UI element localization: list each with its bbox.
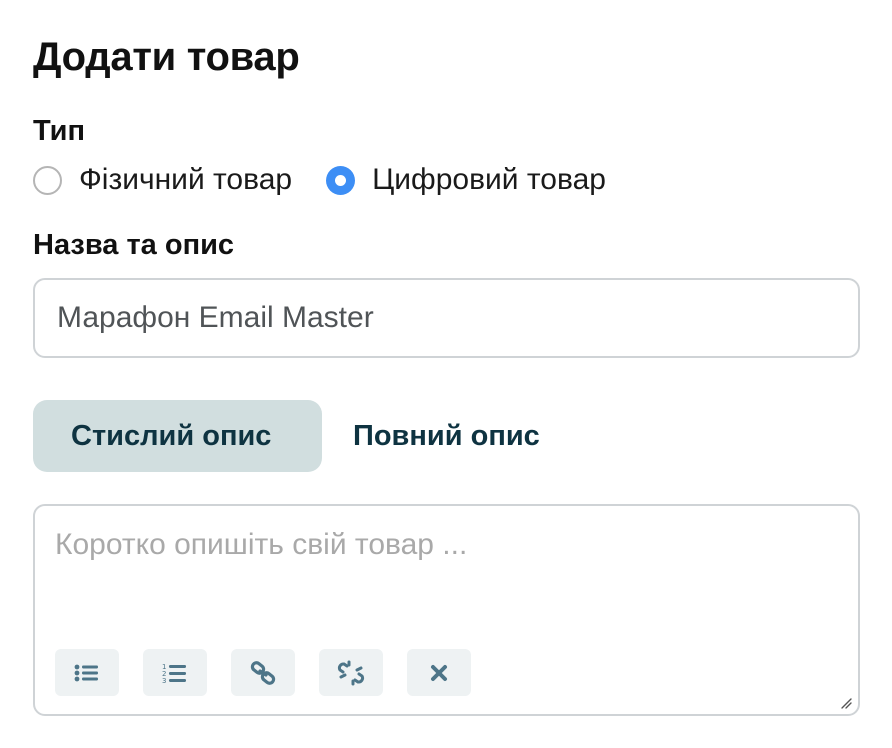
name-description-label: Назва та опис	[33, 229, 235, 261]
tab-short-description[interactable]: Стислий опис	[33, 400, 322, 472]
svg-text:3: 3	[162, 677, 166, 684]
tab-full-description[interactable]: Повний опис	[322, 400, 571, 472]
radio-physical-circle[interactable]	[33, 165, 62, 195]
bulleted-list-icon	[74, 663, 100, 683]
page-title: Додати товар	[33, 35, 300, 79]
clear-format-button[interactable]	[407, 649, 471, 696]
radio-option-digital[interactable]: Цифровий товар	[326, 162, 606, 198]
editor-toolbar: 1 2 3	[55, 649, 495, 696]
product-name-input[interactable]	[33, 278, 860, 358]
insert-link-button[interactable]	[231, 649, 295, 696]
short-description-textarea[interactable]	[35, 506, 858, 636]
product-type-radio-group: Фізичний товар Цифровий товар	[33, 160, 640, 200]
radio-physical-label[interactable]: Фізичний товар	[79, 162, 292, 198]
resize-handle-icon[interactable]	[840, 696, 852, 709]
short-description-editor: 1 2 3	[33, 504, 860, 716]
radio-selected-dot	[335, 174, 347, 186]
numbered-list-button[interactable]: 1 2 3	[143, 649, 207, 696]
numbered-list-icon: 1 2 3	[162, 662, 188, 684]
type-label: Тип	[33, 115, 85, 147]
radio-option-physical[interactable]: Фізичний товар	[33, 162, 292, 198]
radio-digital-circle[interactable]	[326, 165, 356, 195]
bulleted-list-button[interactable]	[55, 649, 119, 696]
description-tabs: Стислий опис Повний опис	[33, 400, 571, 472]
radio-digital-label[interactable]: Цифровий товар	[372, 162, 606, 198]
clear-format-icon	[430, 664, 448, 682]
link-icon	[250, 660, 276, 685]
unlink-icon	[337, 660, 365, 686]
remove-link-button[interactable]	[319, 649, 383, 696]
